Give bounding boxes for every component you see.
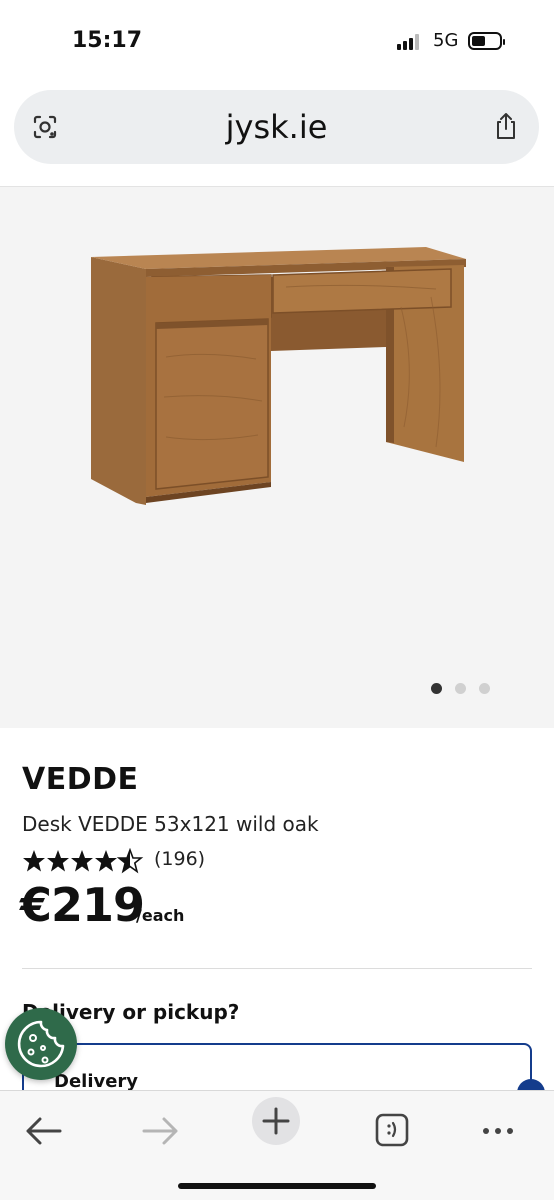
battery-icon (468, 32, 505, 50)
network-label: 5G (433, 30, 459, 51)
half-star-icon (118, 849, 142, 873)
home-indicator (178, 1183, 376, 1189)
pagination-dot[interactable] (455, 683, 466, 694)
back-arrow-icon[interactable] (14, 1101, 74, 1161)
url-text[interactable]: jysk.ie (14, 108, 539, 146)
forward-arrow-icon[interactable] (130, 1101, 190, 1161)
signal-icon (397, 34, 423, 50)
browser-toolbar (0, 1090, 554, 1200)
product-image-gallery[interactable] (0, 187, 554, 728)
product-price: €219 (20, 878, 145, 932)
cookie-icon (17, 1020, 65, 1068)
address-bar[interactable]: jysk.ie (14, 90, 539, 164)
status-time: 15:17 (72, 28, 143, 53)
share-icon[interactable] (493, 112, 519, 140)
review-count[interactable]: (196) (154, 848, 205, 870)
tabs-icon[interactable] (362, 1101, 422, 1161)
product-brand: VEDDE (22, 762, 139, 797)
rating-stars[interactable] (22, 848, 148, 874)
status-bar: 15:17 5G (0, 0, 554, 84)
product-image (91, 247, 466, 505)
new-tab-button[interactable] (252, 1097, 300, 1145)
star-icon (47, 850, 69, 872)
section-divider (22, 968, 532, 969)
new-tab-plus-icon (262, 1107, 290, 1135)
pagination-dot-active[interactable] (431, 683, 442, 694)
price-unit: /each (136, 906, 185, 925)
star-icon (95, 850, 117, 872)
cookie-settings-button[interactable] (5, 1008, 77, 1080)
star-icon (23, 850, 45, 872)
star-icon (71, 850, 93, 872)
product-name: Desk VEDDE 53x121 wild oak (22, 812, 319, 836)
pagination-dot[interactable] (479, 683, 490, 694)
more-icon[interactable] (468, 1101, 528, 1161)
